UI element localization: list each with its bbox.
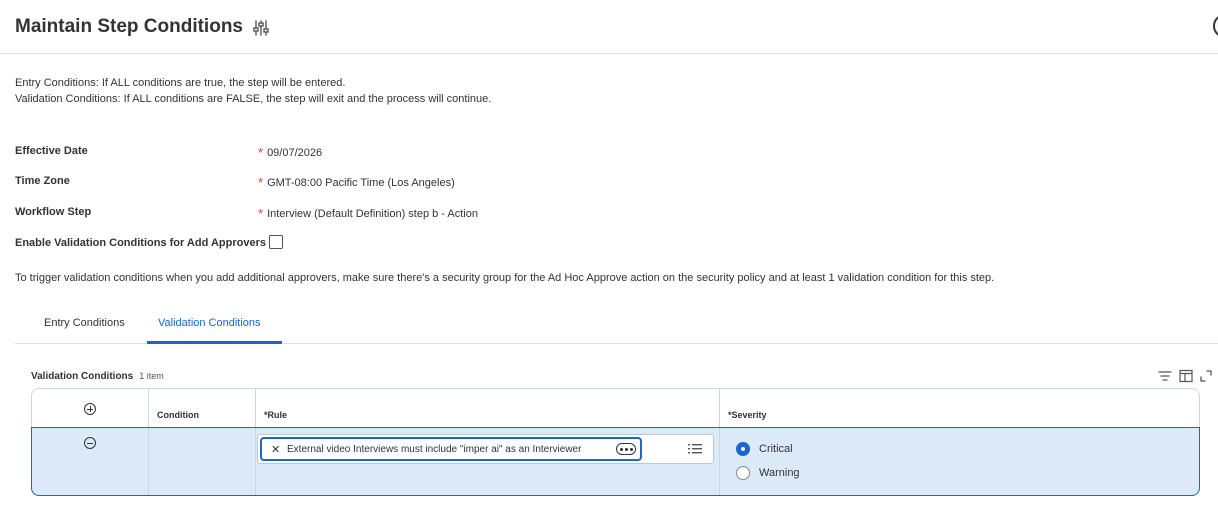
rule-prompt-field[interactable]: ✕ External video Interviews must include… [257, 434, 714, 464]
rule-selected-pill[interactable]: ✕ External video Interviews must include… [260, 437, 642, 461]
workflow-step-label: Workflow Step [15, 206, 92, 218]
grid-header: Condition *Rule *Severity [32, 389, 1199, 428]
columns-icon[interactable] [1179, 369, 1193, 383]
time-zone-label: Time Zone [15, 175, 70, 187]
severity-critical-label: Critical [759, 443, 793, 455]
workflow-step-value: * Interview (Default Definition) step b -… [258, 206, 478, 221]
effective-date-label: Effective Date [15, 145, 88, 157]
active-tab-indicator [147, 341, 282, 344]
avatar[interactable] [1213, 14, 1218, 38]
enable-validation-checkbox[interactable] [269, 235, 283, 249]
severity-warning-radio[interactable] [736, 466, 750, 480]
time-zone-value: * GMT-08:00 Pacific Time (Los Angeles) [258, 175, 455, 190]
expand-icon[interactable] [1199, 369, 1213, 383]
column-header-rule: *Rule [264, 410, 288, 420]
entry-conditions-info: Entry Conditions: If ALL conditions are … [15, 77, 346, 89]
column-divider [148, 389, 149, 495]
required-marker: * [258, 206, 264, 221]
prompt-list-icon[interactable] [688, 443, 702, 455]
column-divider [255, 389, 256, 495]
filter-icon[interactable] [1158, 369, 1172, 383]
effective-date-value: * 09/07/2026 [258, 145, 323, 160]
remove-rule-icon[interactable]: ✕ [271, 443, 280, 456]
enable-validation-label: Enable Validation Conditions for Add App… [15, 237, 266, 249]
page-title: Maintain Step Conditions [15, 16, 243, 37]
required-marker: * [258, 175, 264, 190]
severity-warning-label: Warning [759, 467, 800, 479]
page-header: Maintain Step Conditions [0, 0, 1218, 54]
column-header-severity: *Severity [728, 410, 767, 420]
sliders-icon[interactable] [252, 19, 270, 37]
column-divider [719, 389, 720, 495]
tab-validation-conditions[interactable]: Validation Conditions [158, 317, 261, 329]
condition-tabs: Entry Conditions Validation Conditions [15, 305, 1218, 344]
condition-info: Entry Conditions: If ALL conditions are … [15, 75, 491, 107]
add-row-button[interactable] [84, 403, 96, 415]
column-header-condition: Condition [157, 410, 199, 420]
more-options-icon[interactable] [616, 443, 636, 455]
required-marker: * [258, 145, 264, 160]
grid-title: Validation Conditions 1 item [31, 371, 164, 382]
severity-critical-radio[interactable] [736, 442, 750, 456]
grid-item-count: 1 item [139, 371, 164, 381]
validation-conditions-info: Validation Conditions: If ALL conditions… [15, 93, 492, 105]
remove-row-button[interactable] [84, 437, 96, 449]
rule-text: External video Interviews must include "… [287, 444, 582, 455]
tab-entry-conditions[interactable]: Entry Conditions [44, 317, 125, 329]
trigger-validation-note: To trigger validation conditions when yo… [15, 272, 995, 284]
table-row: ✕ External video Interviews must include… [32, 428, 1199, 495]
validation-conditions-grid: Condition *Rule *Severity ✕ External vid… [31, 388, 1200, 496]
